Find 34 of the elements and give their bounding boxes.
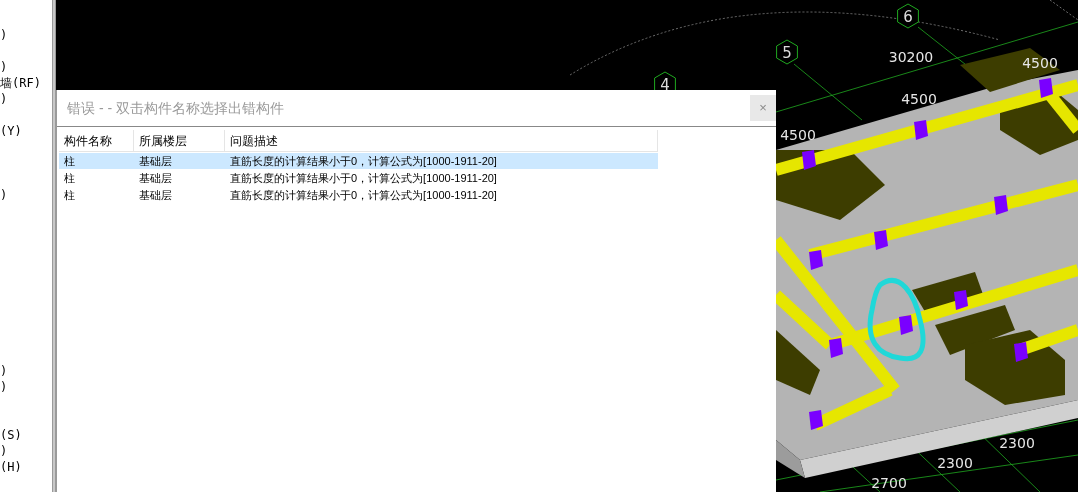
panel-text: 墙(RF) <box>0 76 41 90</box>
axis-marker: 5 <box>776 39 798 65</box>
dimension-label: 4500 <box>780 127 816 143</box>
dimension-label: 4500 <box>1022 55 1058 71</box>
dimension-label: 2300 <box>999 435 1035 451</box>
table-cell: 柱 <box>64 171 75 185</box>
panel-text: ) <box>0 60 8 74</box>
panel-text: (Y) <box>0 124 22 138</box>
panel-text: ) <box>0 444 8 458</box>
column-header[interactable]: 构件名称 <box>59 130 134 151</box>
panel-text: ) <box>0 188 8 202</box>
dimension-label: 30200 <box>888 49 934 65</box>
table-cell: 柱 <box>64 154 75 168</box>
dimension-label: 2300 <box>937 455 973 471</box>
axis-marker: 6 <box>897 3 919 29</box>
panel-text: ) <box>0 92 8 106</box>
panel-text: (S) <box>0 428 22 442</box>
panel-text: (H) <box>0 460 22 474</box>
table-cell: 直筋长度的计算结果小于0，计算公式为[1000-1911-20] <box>230 188 497 202</box>
table-cell: 基础层 <box>139 171 172 185</box>
table-cell: 柱 <box>64 188 75 202</box>
error-row[interactable]: 柱 基础层 直筋长度的计算结果小于0，计算公式为[1000-1911-20] <box>59 153 658 169</box>
dimension-label: 4500 <box>901 91 937 107</box>
dialog-title: 错误 - - 双击构件名称选择出错构件 <box>67 98 284 118</box>
panel-text: ) <box>0 28 8 42</box>
panel-text: ) <box>0 364 8 378</box>
column-header[interactable]: 所属楼层 <box>134 130 225 151</box>
table-cell: 基础层 <box>139 188 172 202</box>
table-cell: 直筋长度的计算结果小于0，计算公式为[1000-1911-20] <box>230 154 497 168</box>
dimension-label: 2700 <box>871 475 907 491</box>
table-cell: 直筋长度的计算结果小于0，计算公式为[1000-1911-20] <box>230 171 497 185</box>
panel-text: ) <box>0 380 8 394</box>
column-header[interactable]: 问题描述 <box>225 130 658 151</box>
table-cell: 基础层 <box>139 154 172 168</box>
